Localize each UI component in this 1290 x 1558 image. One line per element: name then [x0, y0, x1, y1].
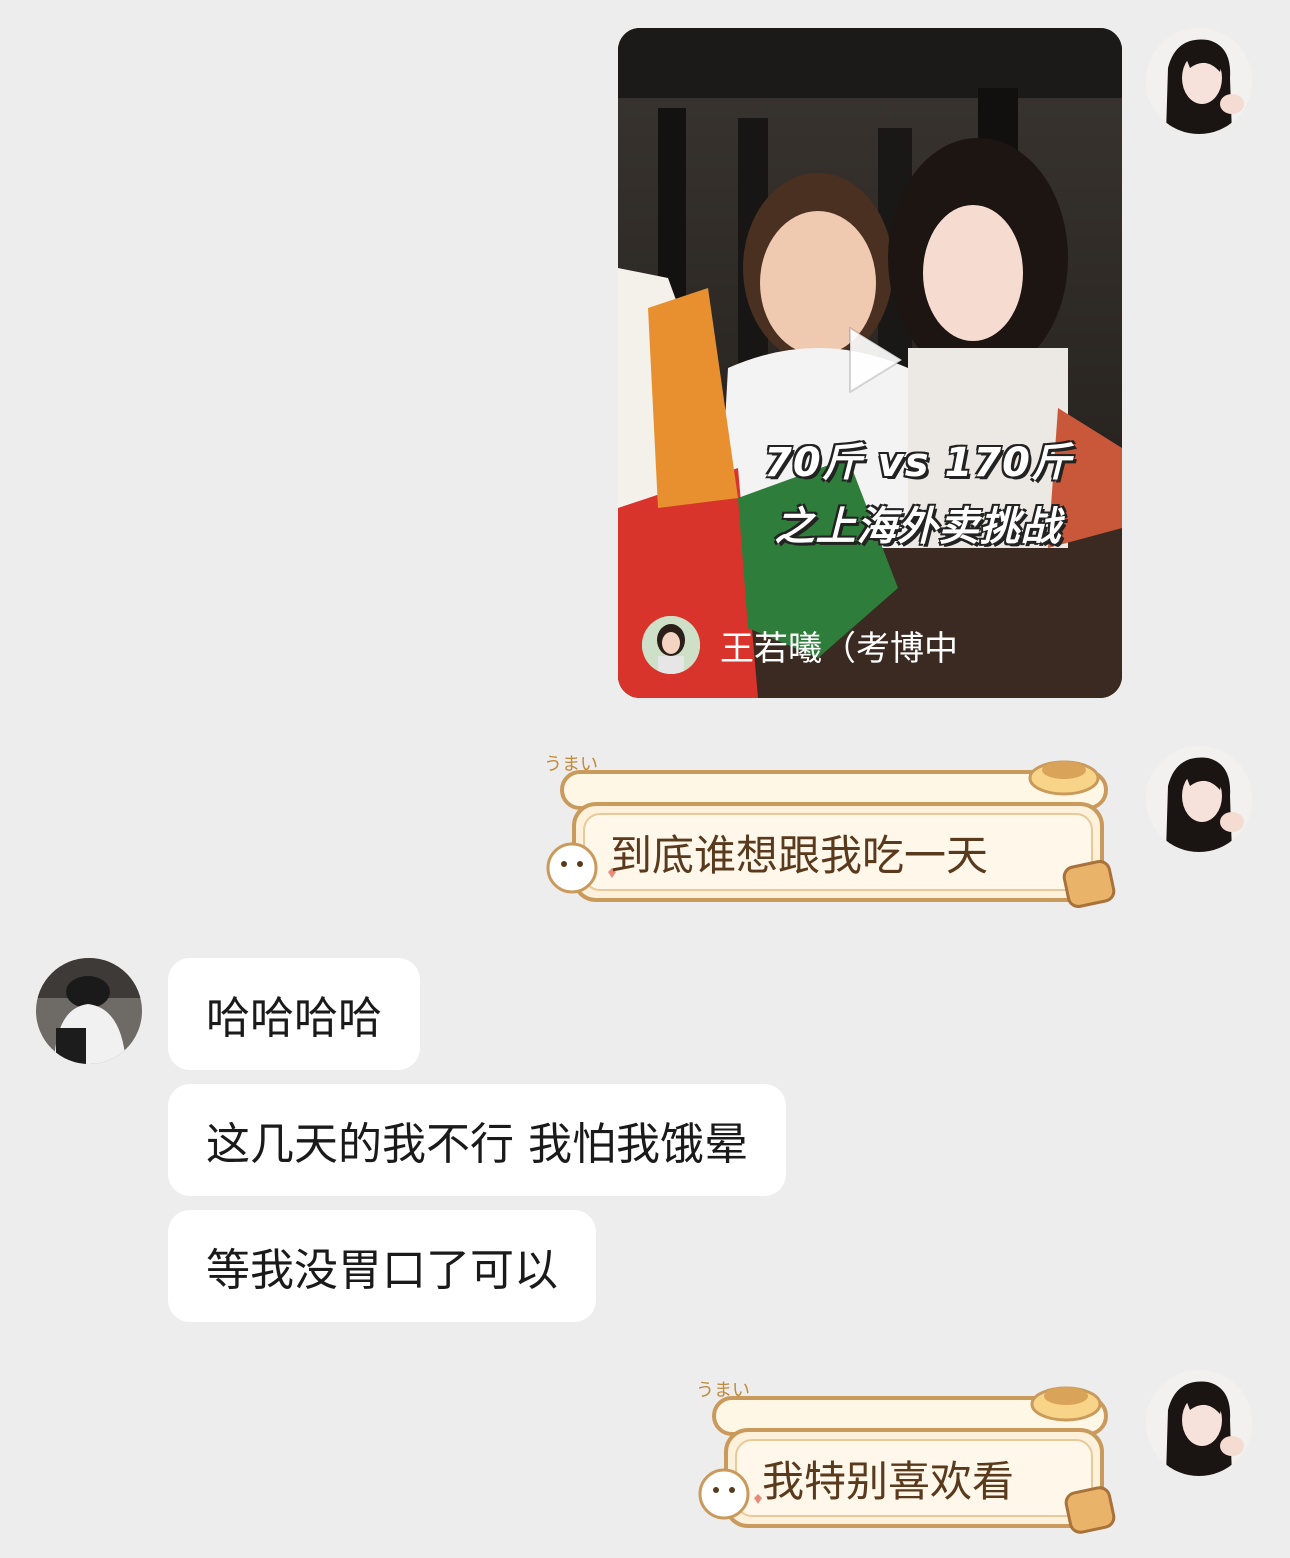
sticker-badge: うまい: [696, 1380, 750, 1401]
contact-message-1[interactable]: 哈哈哈哈: [168, 958, 420, 1070]
play-icon[interactable]: [830, 320, 910, 400]
video-caption-line1: 70斤 vs 170斤: [764, 440, 1072, 486]
contact-message-3[interactable]: 等我没胃口了可以: [168, 1210, 596, 1322]
contact-message-2[interactable]: 这几天的我不行 我怕我饿晕: [168, 1084, 786, 1196]
video-message-card[interactable]: 70斤 vs 170斤 之上海外卖挑战 王若曦（考博中: [618, 28, 1122, 698]
video-author[interactable]: 王若曦（考博中: [642, 616, 958, 674]
my-avatar[interactable]: [1146, 746, 1252, 852]
author-name: 王若曦（考博中: [720, 628, 958, 669]
contact-avatar[interactable]: [36, 958, 142, 1064]
my-avatar[interactable]: [1146, 1370, 1252, 1476]
sticker-message-2[interactable]: うまい 我特别喜欢看: [690, 1370, 1124, 1540]
sticker-badge: うまい: [544, 754, 598, 775]
my-avatar[interactable]: [1146, 28, 1252, 134]
sticker-text: 我特别喜欢看: [762, 1457, 1015, 1506]
author-avatar: [642, 616, 700, 674]
sticker-text: 到底谁想跟我吃一天: [610, 831, 989, 880]
video-caption-line2: 之上海外卖挑战: [774, 504, 1062, 550]
sticker-message-1[interactable]: うまい 到底谁想跟我吃一天: [538, 744, 1124, 914]
